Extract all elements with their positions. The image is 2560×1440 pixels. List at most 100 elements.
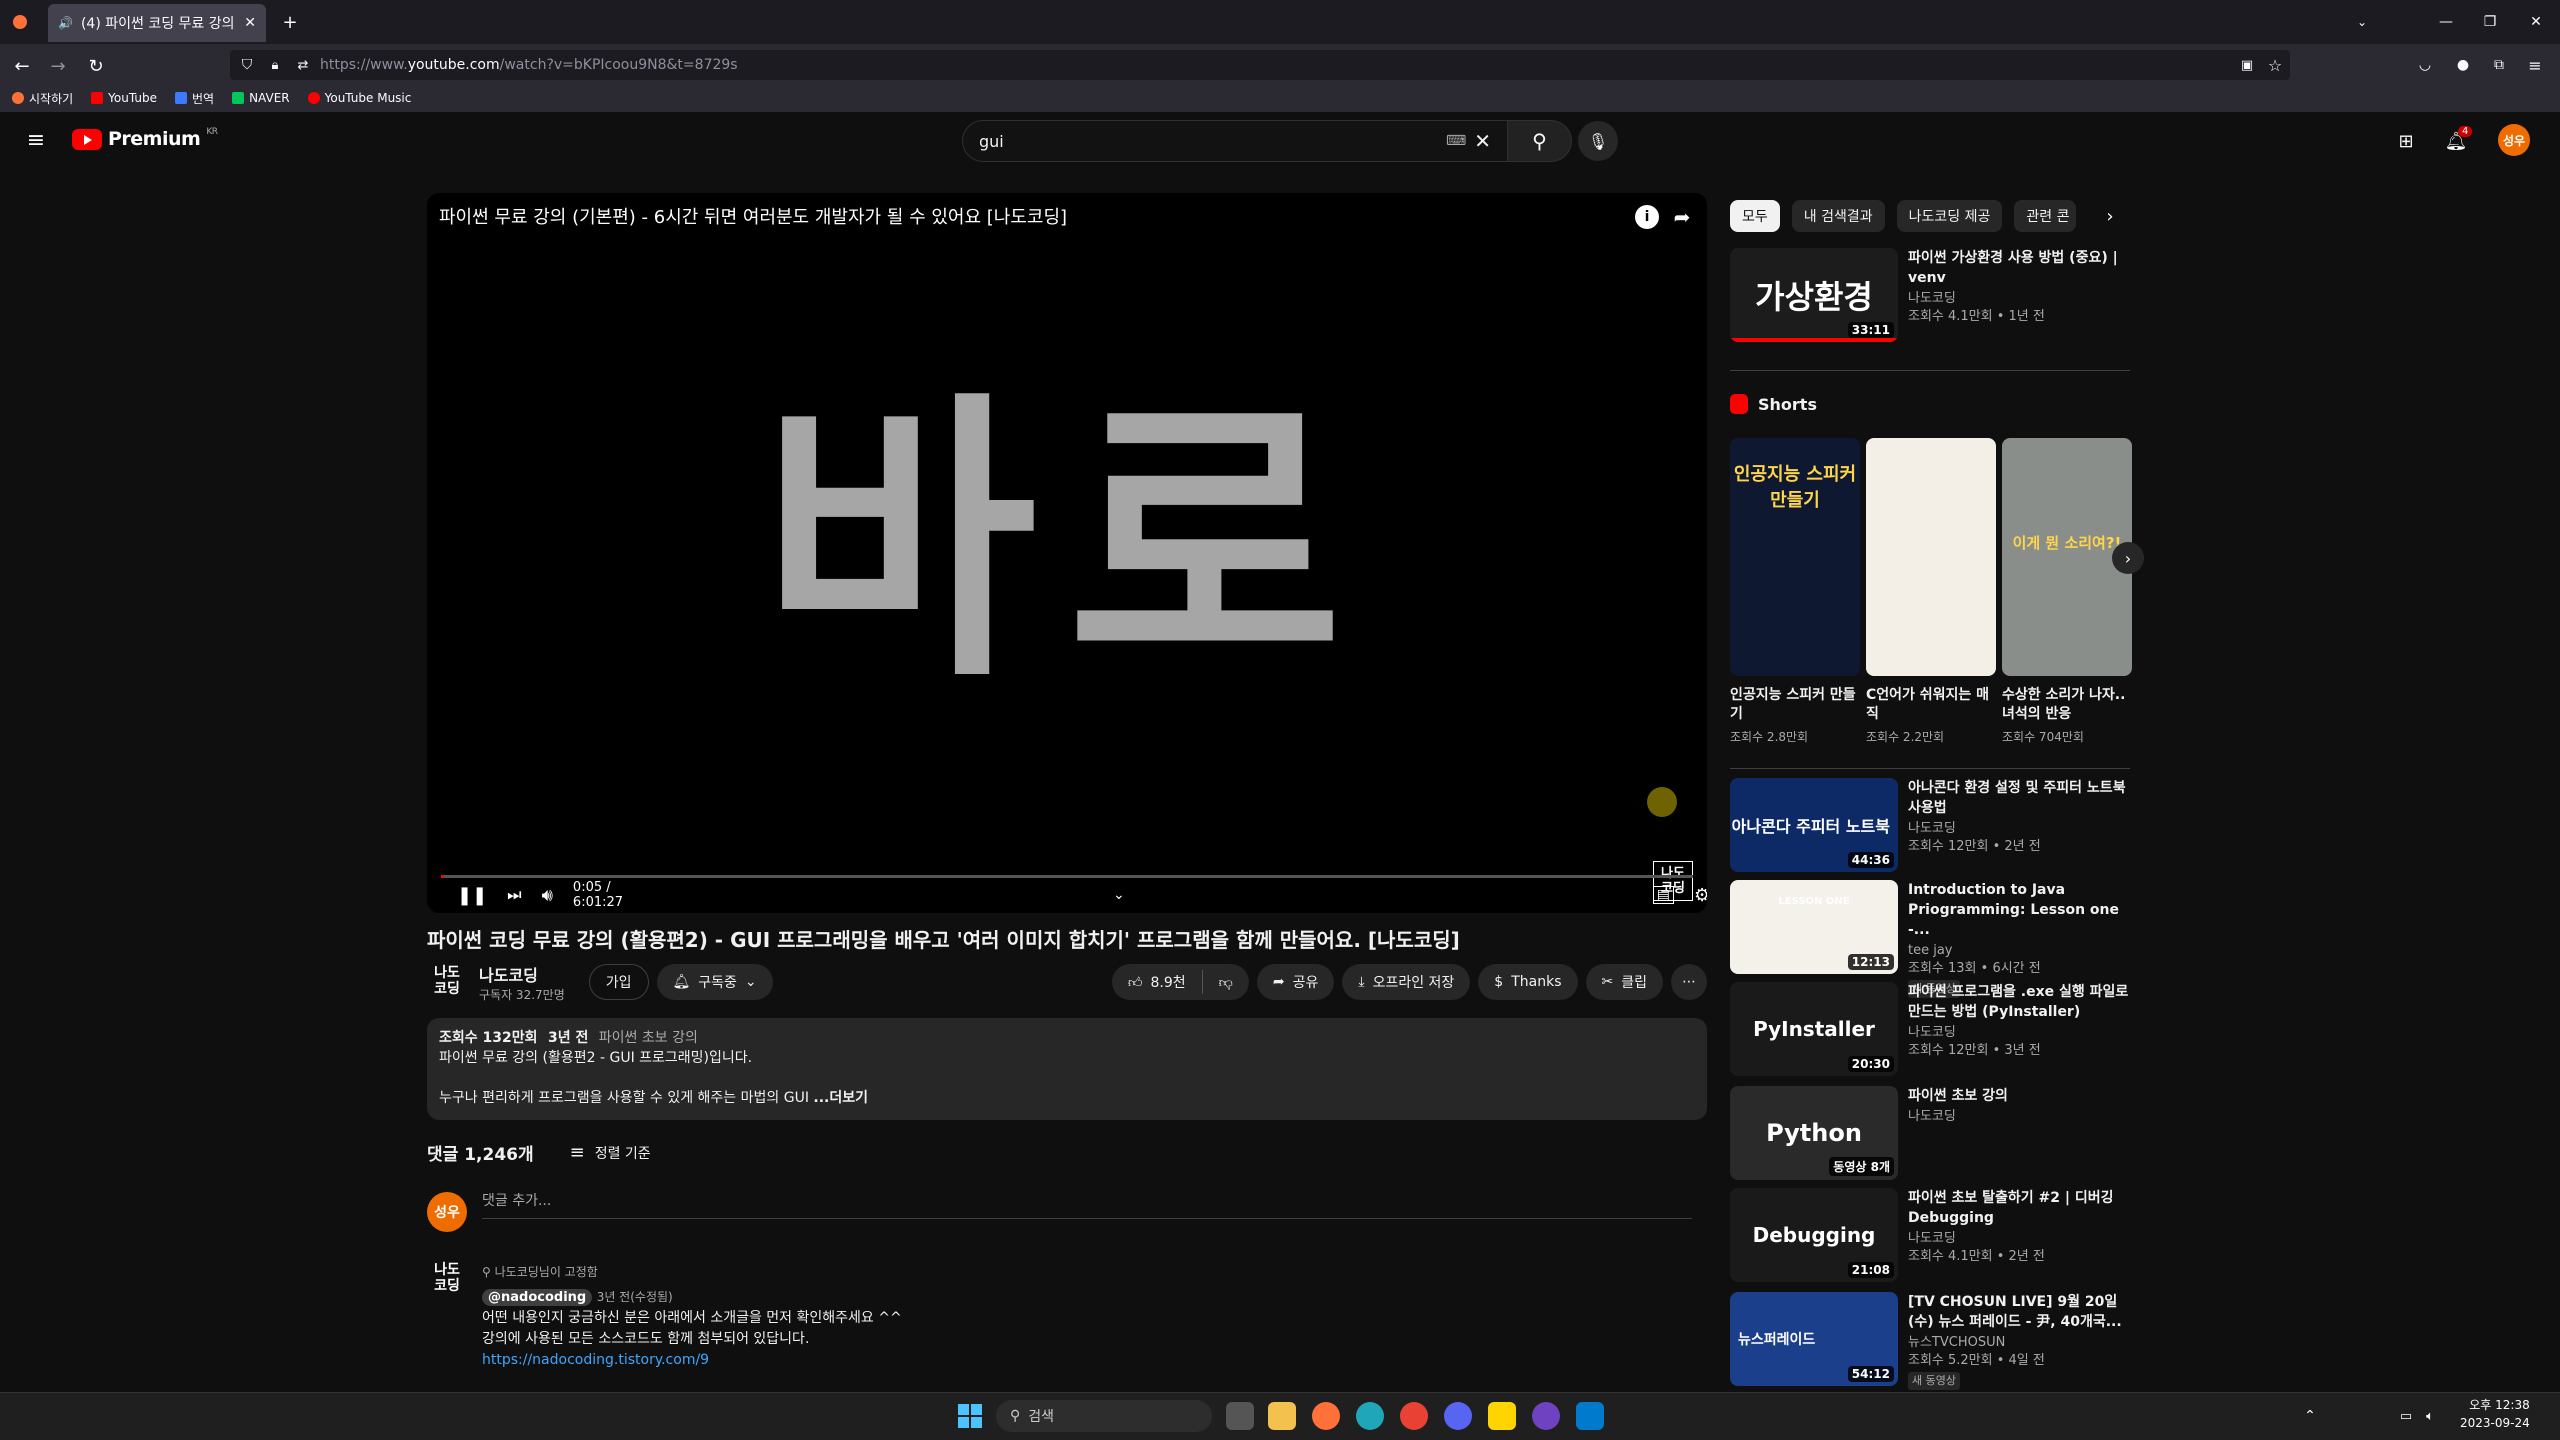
comment-time[interactable]: 3년 전(수정됨) [597, 1290, 673, 1304]
search-button[interactable]: ⚲ [1508, 120, 1572, 162]
thanks-button[interactable]: $ Thanks [1478, 964, 1578, 1000]
restore-icon[interactable]: ❐ [2478, 10, 2502, 34]
rec-title[interactable]: 아나콘다 환경 설정 및 주피터 노트북 사용법 [1908, 778, 2130, 818]
bookmark-youtube-music[interactable]: YouTube Music [307, 91, 411, 105]
rec-thumbnail[interactable]: 가상환경 33:11 [1730, 248, 1898, 342]
share-arrow-icon[interactable]: ➦ [1669, 205, 1695, 229]
chip-all[interactable]: 모두 [1730, 200, 1780, 232]
add-comment-input[interactable]: 댓글 추가... [482, 1190, 1692, 1219]
rec-channel[interactable]: 나도코딩 [1908, 1230, 2130, 1248]
pause-icon[interactable]: ❚❚ [457, 885, 487, 906]
minimize-icon[interactable]: — [2434, 10, 2458, 34]
short-title[interactable]: 수상한 소리가 나자.. 녀석의 반응 [2002, 686, 2132, 724]
chapter-chevron-icon[interactable]: ⌄ [1113, 887, 1125, 903]
new-tab-icon[interactable]: + [280, 12, 300, 33]
back-icon[interactable]: ← [10, 54, 34, 78]
forward-icon[interactable]: → [46, 54, 70, 78]
sort-button[interactable]: ≡ 정렬 기준 [570, 1142, 651, 1163]
bookmark-translate[interactable]: 번역 [174, 90, 214, 107]
rec-video-item[interactable]: 아나콘다 주피터 노트북 44:36 아나콘다 환경 설정 및 주피터 노트북 … [1730, 778, 2130, 872]
youtube-premium-logo[interactable]: Premium KR [72, 127, 218, 150]
file-explorer-icon[interactable] [1268, 1402, 1296, 1430]
network-icon[interactable]: ▭ [2396, 1404, 2416, 1428]
edge-icon[interactable] [1356, 1402, 1384, 1430]
close-tab-icon[interactable]: ✕ [244, 15, 256, 31]
permissions-icon[interactable]: ⇄ [292, 54, 314, 76]
rec-thumbnail[interactable]: 아나콘다 주피터 노트북 44:36 [1730, 778, 1898, 872]
subscribed-button[interactable]: 🔔︎ 구독중 ⌄ [656, 964, 773, 1000]
chips-next-icon[interactable]: › [2098, 204, 2122, 228]
discord-like-icon[interactable] [1444, 1402, 1472, 1430]
tray-overflow-icon[interactable]: ⌃ [2300, 1404, 2320, 1428]
like-button[interactable]: 👍︎ 8.9천 [1112, 970, 1203, 994]
chip-from-channel[interactable]: 나도코딩 제공 [1896, 200, 2003, 232]
firefox-icon[interactable] [1312, 1402, 1340, 1430]
bookmark-star-icon[interactable]: ☆ [2264, 54, 2286, 76]
task-view-icon[interactable] [1226, 1402, 1254, 1430]
kakaotalk-icon[interactable] [1488, 1402, 1516, 1430]
short-item[interactable]: 이게 뭔 소리여?! 수상한 소리가 나자.. 녀석의 반응 조회수 704만회 [2002, 438, 2132, 745]
chip-search-results[interactable]: 내 검색결과 [1791, 200, 1885, 232]
rec-title[interactable]: 파이썬 가상환경 사용 방법 (중요) | venv [1908, 248, 2130, 288]
pocket-icon[interactable]: ◡ [2414, 54, 2436, 76]
rec-thumbnail[interactable]: LESSON ONE 12:13 [1730, 880, 1898, 974]
bookmark-getting-started[interactable]: 시작하기 [12, 90, 73, 107]
rec-playlist-item[interactable]: Python 동영상 8개 파이썬 초보 강의 나도코딩 [1730, 1086, 2130, 1180]
rec-thumbnail[interactable]: 뉴스퍼레이드 54:12 [1730, 1292, 1898, 1386]
reload-icon[interactable]: ↻ [84, 54, 108, 78]
rec-video-item[interactable]: PyInstaller 20:30 파이썬 프로그램을 .exe 실행 파일로 … [1730, 982, 2130, 1076]
hamburger-menu-icon[interactable]: ≡ [22, 128, 50, 153]
shorts-next-icon[interactable]: › [2112, 542, 2144, 574]
search-input[interactable]: gui [979, 132, 1446, 151]
rec-title[interactable]: 파이썬 초보 탈출하기 #2 | 디버깅 Debugging [1908, 1188, 2130, 1228]
extensions-icon[interactable]: ⧉ [2488, 54, 2510, 76]
bookmark-youtube[interactable]: YouTube [91, 91, 157, 105]
description-box[interactable]: 조회수 132만회 3년 전 파이썬 초보 강의 파이썬 무료 강의 (활용편2… [427, 1018, 1707, 1120]
clear-search-icon[interactable]: ✕ [1474, 129, 1491, 153]
short-thumbnail[interactable] [1866, 438, 1996, 676]
rec-title[interactable]: [TV CHOSUN LIVE] 9월 20일 (수) 뉴스 퍼레이드 - 尹,… [1908, 1292, 2130, 1332]
captions-icon[interactable]: ▤ [1652, 886, 1674, 904]
rec-video-item[interactable]: 가상환경 33:11 파이썬 가상환경 사용 방법 (중요) | venv 나도… [1730, 248, 2130, 342]
rec-title[interactable]: 파이썬 초보 강의 [1908, 1086, 2130, 1106]
lock-icon[interactable]: 🔒︎ [264, 54, 286, 76]
rec-thumbnail[interactable]: Debugging 21:08 [1730, 1188, 1898, 1282]
firefox-menu-icon[interactable] [10, 12, 30, 32]
rec-channel[interactable]: 나도코딩 [1908, 1024, 2130, 1042]
rec-channel[interactable]: 나도코딩 [1908, 820, 2130, 838]
keyboard-icon[interactable]: ⌨ [1446, 133, 1466, 149]
taskbar-search[interactable]: ⚲ 검색 [996, 1400, 1212, 1432]
rec-video-item[interactable]: 뉴스퍼레이드 54:12 [TV CHOSUN LIVE] 9월 20일 (수)… [1730, 1292, 2130, 1390]
rec-title[interactable]: 파이썬 프로그램을 .exe 실행 파일로 만드는 방법 (PyInstalle… [1908, 982, 2130, 1022]
browser-tab-active[interactable]: 🔊 (4) 파이썬 코딩 무료 강의 (활용 ✕ [48, 4, 266, 42]
voice-search-button[interactable]: 🎙︎ [1578, 121, 1618, 161]
github-desktop-icon[interactable] [1532, 1402, 1560, 1430]
shield-icon[interactable]: ⛉ [236, 54, 258, 76]
rec-title[interactable]: Introduction to Java Priogramming: Lesso… [1908, 880, 2130, 940]
user-avatar[interactable]: 성우 [2498, 124, 2530, 156]
vscode-icon[interactable] [1576, 1402, 1604, 1430]
short-title[interactable]: C언어가 쉬워지는 매직 [1866, 686, 1996, 724]
search-box[interactable]: gui ⌨ ✕ [962, 120, 1508, 162]
channel-name[interactable]: 나도코딩 [479, 962, 565, 986]
rec-video-item[interactable]: Debugging 21:08 파이썬 초보 탈출하기 #2 | 디버깅 Deb… [1730, 1188, 2130, 1282]
short-thumbnail[interactable]: 인공지능 스피커 만들기 [1730, 438, 1860, 676]
short-item[interactable]: C언어가 쉬워지는 매직 조회수 2.2만회 [1866, 438, 1996, 745]
tab-list-icon[interactable]: ⌄ [2352, 12, 2372, 32]
rec-video-item[interactable]: LESSON ONE 12:13 Introduction to Java Pr… [1730, 880, 2130, 998]
account-icon[interactable]: ● [2452, 54, 2474, 76]
chrome-icon[interactable] [1400, 1402, 1428, 1430]
dislike-button[interactable]: 👎︎ [1203, 974, 1249, 991]
rec-channel[interactable]: 나도코딩 [1908, 1108, 2130, 1126]
bookmark-naver[interactable]: NAVER [232, 91, 290, 105]
more-actions-button[interactable]: ⋯ [1671, 964, 1707, 1000]
comment-link[interactable]: https://nadocoding.tistory.com/9 [482, 1350, 1582, 1371]
video-player[interactable]: 파이썬 무료 강의 (기본편) - 6시간 뒤면 여러분도 개발자가 될 수 있… [427, 193, 1707, 913]
info-icon[interactable]: i [1635, 205, 1659, 229]
settings-gear-icon[interactable]: ⚙ [1694, 885, 1707, 906]
next-icon[interactable]: ⏭ [507, 885, 521, 905]
rec-channel[interactable]: 나도코딩 [1908, 290, 2130, 308]
volume-tray-icon[interactable]: 🔈︎ [2420, 1404, 2440, 1428]
create-video-icon[interactable]: ⊞ [2392, 128, 2420, 154]
volume-icon[interactable]: 🔊︎ [542, 885, 553, 906]
